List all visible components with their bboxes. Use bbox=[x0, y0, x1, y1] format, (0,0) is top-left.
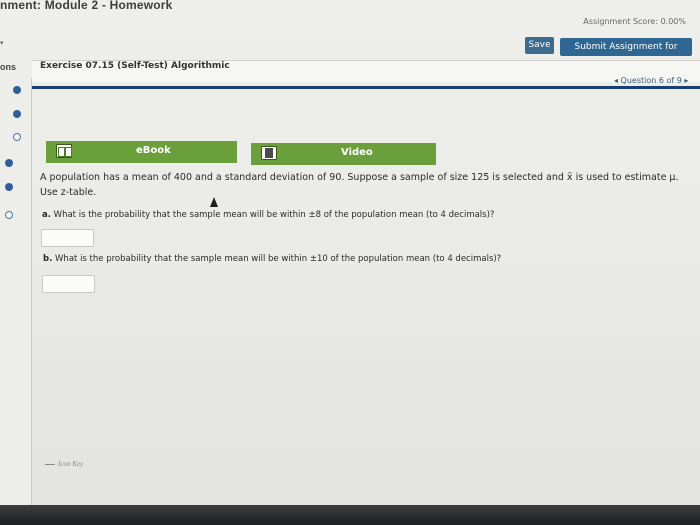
submit-assignment-button[interactable]: Submit Assignment for Grading bbox=[560, 38, 692, 70]
question-status-dot[interactable] bbox=[13, 86, 21, 94]
video-button[interactable]: Video bbox=[251, 143, 436, 165]
save-button[interactable]: Save bbox=[525, 37, 554, 54]
key-icon bbox=[45, 460, 55, 465]
question-status-dot[interactable] bbox=[13, 110, 21, 118]
answer-a-input[interactable] bbox=[41, 229, 94, 247]
exercise-title: Exercise 07.15 (Self-Test) Algorithmic bbox=[40, 61, 230, 71]
part-b-prefix: b. bbox=[43, 254, 53, 264]
question-sidebar bbox=[0, 78, 32, 505]
icon-key-link[interactable]: Icon Key bbox=[45, 460, 83, 468]
question-status-dot[interactable] bbox=[5, 211, 13, 219]
chevron-down-icon[interactable]: ▾ bbox=[0, 39, 8, 47]
question-status-dot[interactable] bbox=[5, 183, 13, 191]
part-a-prefix: a. bbox=[42, 210, 51, 220]
question-status-dot[interactable] bbox=[13, 133, 21, 141]
sidebar-label: ons bbox=[0, 62, 17, 72]
film-icon bbox=[261, 146, 277, 160]
part-b-prompt: b. What is the probability that the samp… bbox=[43, 254, 501, 264]
ebook-button[interactable]: eBook bbox=[46, 141, 237, 163]
screen: nment: Module 2 - Homework Assignment Sc… bbox=[0, 0, 700, 505]
ebook-label: eBook bbox=[136, 145, 171, 156]
z-table-link[interactable]: Use z-table. bbox=[40, 187, 96, 198]
part-b-text: What is the probability that the sample … bbox=[55, 254, 502, 264]
problem-statement: A population has a mean of 400 and a sta… bbox=[40, 172, 679, 183]
assignment-title: nment: Module 2 - Homework bbox=[0, 0, 173, 12]
question-status-dot[interactable] bbox=[5, 159, 13, 167]
monitor-bezel bbox=[0, 505, 700, 525]
video-label: Video bbox=[341, 147, 373, 158]
book-icon bbox=[56, 144, 72, 158]
assignment-score: Assignment Score: 0.00% bbox=[583, 17, 686, 26]
part-a-text: What is the probability that the sample … bbox=[53, 210, 495, 220]
icon-key-label: Icon Key bbox=[58, 460, 84, 468]
part-a-prompt: a. What is the probability that the samp… bbox=[42, 210, 494, 220]
mouse-cursor-icon bbox=[210, 197, 218, 207]
question-navigator[interactable]: ◂ Question 6 of 9 ▸ bbox=[614, 76, 688, 85]
answer-b-input[interactable] bbox=[42, 275, 95, 293]
header-divider bbox=[32, 86, 700, 89]
